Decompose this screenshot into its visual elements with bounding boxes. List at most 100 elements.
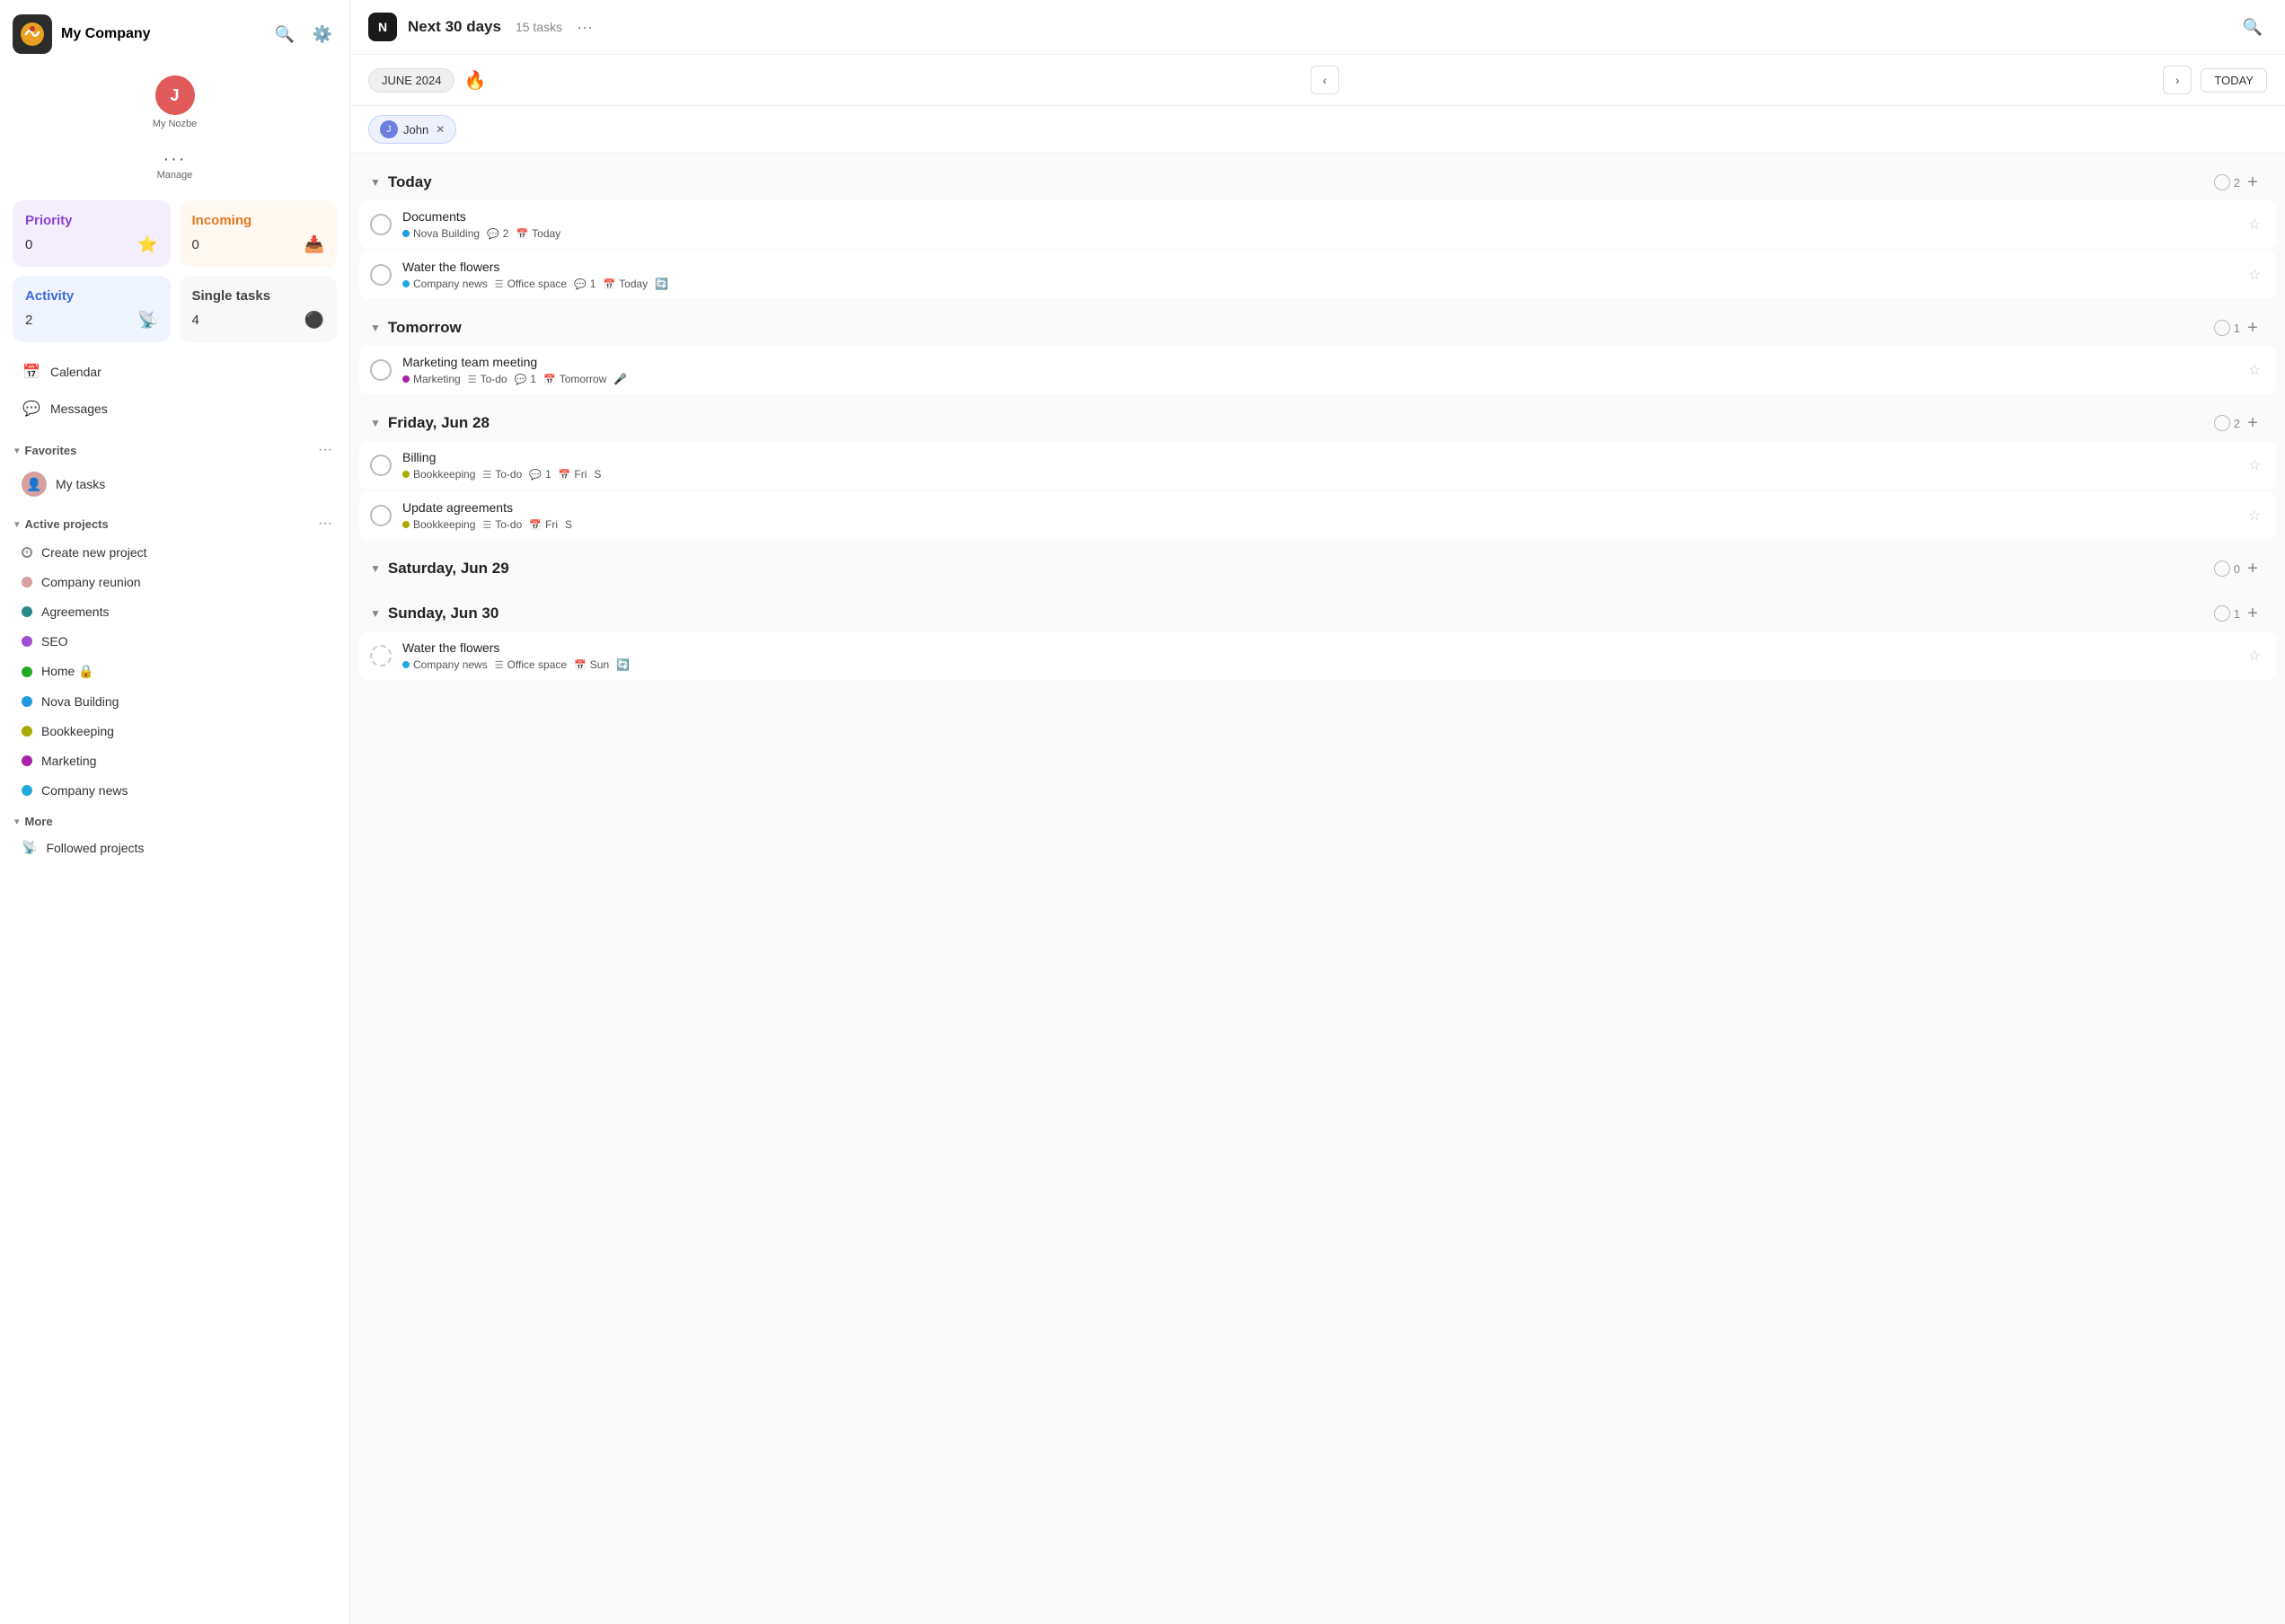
my-tasks-item[interactable]: 👤 My tasks (7, 464, 342, 504)
sidebar-item-bookkeeping[interactable]: Bookkeeping (7, 717, 342, 746)
sidebar-item-agreements[interactable]: Agreements (7, 597, 342, 626)
create-project-item[interactable]: + Create new project (7, 538, 342, 567)
day-header-sunday-jun-30[interactable]: ▼ Sunday, Jun 30 1 + (359, 592, 2276, 630)
task-checkbox[interactable] (370, 359, 392, 381)
task-item-documents[interactable]: Documents Nova Building 💬 2 📅 Today ☆ (359, 200, 2276, 249)
task-date-tag: 📅 Sun (574, 658, 609, 671)
single-tasks-card[interactable]: Single tasks 4 ⚫ (180, 276, 338, 342)
main-content: N Next 30 days 15 tasks ··· 🔍 JUNE 2024 … (350, 0, 2285, 1624)
sidebar: My Company 🔍 ⚙️ J My Nozbe ··· Manage Pr… (0, 0, 350, 1624)
sidebar-item-nova-building[interactable]: Nova Building (7, 687, 342, 716)
task-item-water-flowers-today[interactable]: Water the flowers Company news ☰ Office … (359, 251, 2276, 299)
task-item-update-agreements[interactable]: Update agreements Bookkeeping ☰ To-do 📅 … (359, 491, 2276, 540)
task-checkbox[interactable] (370, 455, 392, 476)
project-label: Bookkeeping (41, 724, 114, 738)
day-title: Friday, Jun 28 (388, 414, 2207, 432)
task-star-button[interactable]: ☆ (2244, 214, 2265, 235)
sidebar-item-marketing[interactable]: Marketing (7, 746, 342, 775)
prev-arrow[interactable]: ‹ (1310, 66, 1339, 94)
day-add-button[interactable]: + (2240, 315, 2265, 340)
header-search-button[interactable]: 🔍 (2238, 13, 2267, 41)
day-add-button[interactable]: + (2240, 556, 2265, 581)
project-dot (22, 726, 32, 737)
followed-projects-item[interactable]: 📡 Followed projects (7, 833, 342, 862)
day-count: 2 (2214, 415, 2240, 431)
task-assignee-tag: 🎤 (613, 373, 627, 385)
task-checkbox[interactable] (370, 214, 392, 235)
sidebar-header: My Company 🔍 ⚙️ (0, 0, 349, 68)
task-star-button[interactable]: ☆ (2244, 264, 2265, 286)
month-chip[interactable]: JUNE 2024 (368, 68, 454, 93)
sidebar-item-home[interactable]: Home 🔒 (7, 657, 342, 686)
sidebar-item-seo[interactable]: SEO (7, 627, 342, 656)
sidebar-item-calendar[interactable]: 📅 Calendar (7, 354, 342, 390)
day-header-friday-jun-28[interactable]: ▼ Friday, Jun 28 2 + (359, 402, 2276, 439)
day-header-today[interactable]: ▼ Today 2 + (359, 161, 2276, 199)
more-chevron[interactable]: ▾ (14, 816, 20, 827)
task-meta: Company news ☰ Office space 💬 1 📅 Today … (402, 278, 2233, 290)
single-tasks-footer: 4 ⚫ (192, 311, 325, 330)
task-name: Billing (402, 450, 2233, 464)
next-arrow[interactable]: › (2163, 66, 2192, 94)
favorites-more-button[interactable]: ··· (315, 440, 335, 460)
priority-card[interactable]: Priority 0 ⭐ (13, 200, 171, 267)
day-section-today: ▼ Today 2 + Documents Nova Building 💬 2 … (359, 161, 2276, 299)
day-header-tomorrow[interactable]: ▼ Tomorrow 1 + (359, 306, 2276, 344)
incoming-card[interactable]: Incoming 0 📥 (180, 200, 338, 267)
day-add-button[interactable]: + (2240, 410, 2265, 436)
task-comment-count: 1 (530, 373, 536, 385)
incoming-icon: 📥 (304, 235, 324, 254)
task-item-marketing-meeting[interactable]: Marketing team meeting Marketing ☰ To-do… (359, 346, 2276, 394)
task-date: Fri (545, 518, 558, 531)
project-dot (22, 636, 32, 647)
day-add-button[interactable]: + (2240, 170, 2265, 195)
task-project-tag: Company news (402, 278, 488, 290)
project-color-dot (402, 471, 410, 478)
task-comment-count: 2 (503, 227, 509, 240)
sidebar-item-company-news[interactable]: Company news (7, 776, 342, 805)
day-header-saturday-jun-29[interactable]: ▼ Saturday, Jun 29 0 + (359, 547, 2276, 585)
comment-icon: 💬 (529, 469, 542, 481)
search-button[interactable]: 🔍 (270, 20, 299, 49)
today-button[interactable]: TODAY (2201, 68, 2267, 93)
manage-label: Manage (157, 170, 193, 181)
task-star-button[interactable]: ☆ (2244, 645, 2265, 666)
manage-button[interactable]: ··· Manage (148, 140, 202, 190)
task-date: Sun (590, 658, 609, 671)
task-project-tag: Company news (402, 658, 488, 671)
activity-card[interactable]: Activity 2 📡 (13, 276, 171, 342)
day-add-button[interactable]: + (2240, 601, 2265, 626)
favorites-chevron[interactable]: ▾ (14, 445, 20, 456)
project-label: Company news (41, 783, 128, 798)
day-count: 2 (2214, 174, 2240, 190)
sidebar-item-messages[interactable]: 💬 Messages (7, 391, 342, 427)
sidebar-item-company-reunion[interactable]: Company reunion (7, 568, 342, 596)
filter-remove-icon[interactable]: ✕ (436, 123, 445, 136)
active-projects-chevron[interactable]: ▾ (14, 518, 20, 530)
task-project-name: Bookkeeping (413, 468, 475, 481)
task-star-button[interactable]: ☆ (2244, 455, 2265, 476)
calendar-icon: 📅 (559, 469, 571, 481)
settings-button[interactable]: ⚙️ (308, 20, 337, 49)
calendar-icon: 📅 (22, 363, 41, 381)
task-content: Marketing team meeting Marketing ☰ To-do… (402, 355, 2233, 385)
header-more-icon[interactable]: ··· (577, 18, 593, 37)
day-section-sunday-jun-30: ▼ Sunday, Jun 30 1 + Water the flowers C… (359, 592, 2276, 680)
my-nozbe-section[interactable]: J My Nozbe (0, 68, 349, 137)
day-chevron: ▼ (370, 176, 381, 189)
user-filter-chip[interactable]: J John ✕ (368, 115, 456, 144)
project-color-dot (402, 661, 410, 668)
task-checkbox[interactable] (370, 264, 392, 286)
task-star-button[interactable]: ☆ (2244, 505, 2265, 526)
task-comment-count: 1 (590, 278, 596, 290)
calendar-bar: JUNE 2024 🔥 ‹ › TODAY (350, 55, 2285, 106)
task-checkbox[interactable] (370, 645, 392, 666)
active-projects-more-button[interactable]: ··· (315, 514, 335, 534)
day-count: 0 (2214, 560, 2240, 577)
project-color-dot (402, 280, 410, 287)
task-checkbox[interactable] (370, 505, 392, 526)
task-item-water-flowers-sun[interactable]: Water the flowers Company news ☰ Office … (359, 631, 2276, 680)
task-section-tag: ☰ Office space (495, 278, 567, 290)
task-item-billing[interactable]: Billing Bookkeeping ☰ To-do 💬 1 📅 Fri S … (359, 441, 2276, 490)
task-star-button[interactable]: ☆ (2244, 359, 2265, 381)
